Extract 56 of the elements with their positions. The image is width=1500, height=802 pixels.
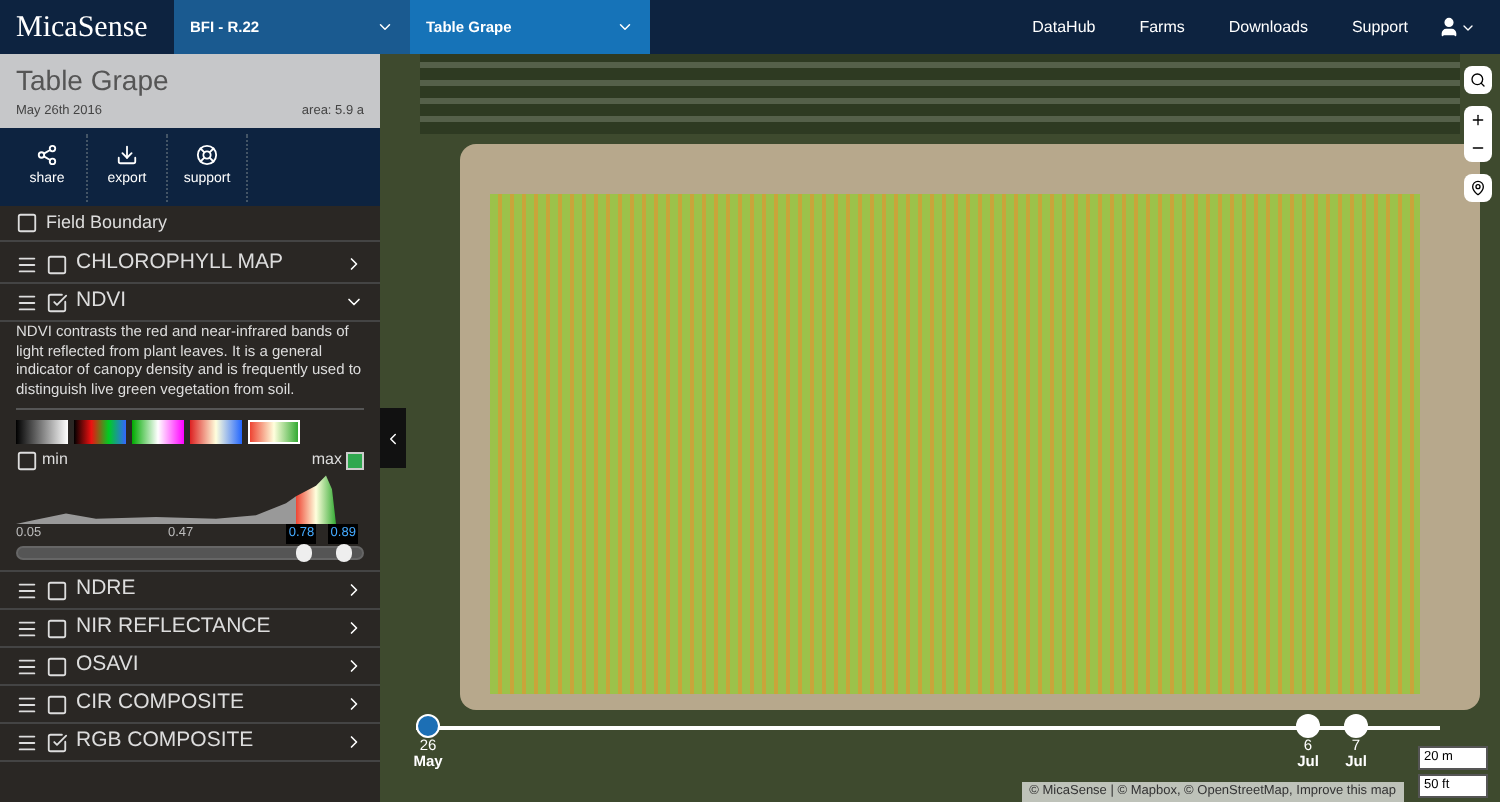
color-palette[interactable] — [248, 420, 300, 444]
drag-handle-icon[interactable] — [16, 617, 38, 639]
layer-name[interactable]: OSAVI — [76, 650, 336, 682]
layer-name[interactable]: CIR COMPOSITE — [76, 688, 336, 720]
field-title: Table Grape — [16, 62, 171, 100]
layer-name[interactable]: NIR REFLECTANCE — [76, 612, 336, 644]
max-checkbox[interactable] — [346, 451, 364, 469]
checkbox-icon[interactable] — [46, 579, 68, 601]
checkbox-icon[interactable] — [46, 617, 68, 639]
color-palette[interactable] — [74, 420, 126, 444]
nav-link[interactable]: Support — [1351, 15, 1408, 39]
action-icon — [116, 143, 138, 166]
caret-icon — [616, 18, 634, 36]
checkbox-icon[interactable] — [46, 655, 68, 677]
search-button[interactable] — [1464, 66, 1492, 94]
checkbox-icon[interactable] — [16, 449, 38, 471]
timeline-point[interactable] — [1344, 714, 1368, 738]
location-button[interactable] — [1464, 174, 1492, 202]
checkbox-icon[interactable] — [46, 693, 68, 715]
checkbox-checked-icon[interactable] — [46, 291, 68, 313]
checkbox-icon[interactable] — [16, 212, 38, 234]
drag-handle-icon[interactable] — [16, 731, 38, 753]
layer-name[interactable]: NDRE — [76, 574, 336, 606]
nav-link[interactable]: DataHub — [1032, 15, 1096, 39]
plus-icon — [1470, 112, 1486, 128]
layer-name[interactable]: NDVI — [76, 286, 336, 318]
drag-handle-icon[interactable] — [16, 655, 38, 677]
user-menu-icon[interactable] — [1438, 16, 1460, 38]
range-slider-track[interactable] — [16, 546, 364, 560]
slider-handle[interactable] — [295, 544, 312, 562]
layer-name[interactable]: CHLOROPHYLL MAP — [76, 248, 336, 280]
nav-link[interactable]: Downloads — [1228, 15, 1308, 39]
slider-handle[interactable] — [336, 544, 353, 562]
nav-link[interactable]: Farms — [1139, 15, 1185, 39]
drag-handle-icon[interactable] — [16, 291, 38, 313]
drag-handle-icon[interactable] — [16, 579, 38, 601]
timeline-point[interactable] — [1296, 714, 1320, 738]
field-boundary-label: Field Boundary — [46, 209, 168, 236]
layer-name[interactable]: RGB COMPOSITE — [76, 726, 336, 758]
max-label: max — [311, 448, 342, 472]
action-icon — [196, 143, 218, 166]
map-pin-icon — [1470, 180, 1486, 196]
chevron-left-icon — [384, 429, 402, 447]
drag-handle-icon[interactable] — [16, 253, 38, 275]
checkbox-icon[interactable] — [46, 253, 68, 275]
color-palette[interactable] — [132, 420, 184, 444]
timeline-point[interactable] — [416, 714, 440, 738]
caret-icon — [376, 18, 394, 36]
min-label: min — [42, 448, 68, 472]
color-palette[interactable] — [190, 420, 242, 444]
logo[interactable]: MicaSense — [16, 11, 148, 43]
drag-handle-icon[interactable] — [16, 693, 38, 715]
checkbox-checked-icon[interactable] — [46, 731, 68, 753]
color-palette[interactable] — [16, 420, 68, 444]
search-icon — [1470, 72, 1486, 88]
action-icon — [36, 143, 58, 166]
